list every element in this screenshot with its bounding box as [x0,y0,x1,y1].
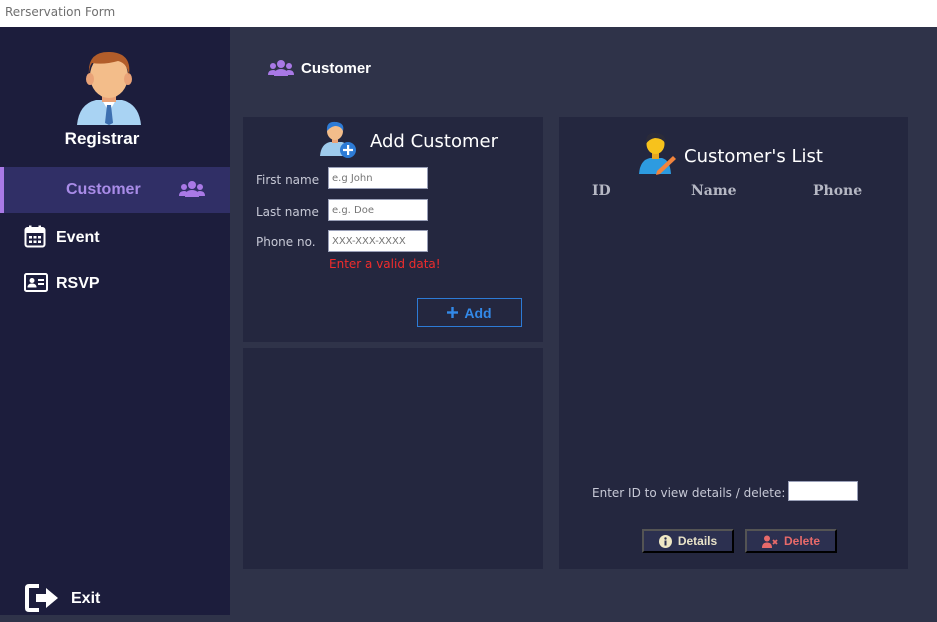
delete-user-icon [761,535,778,548]
plus-icon [447,307,459,318]
delete-button-label: Delete [783,534,821,548]
sidebar-item-event[interactable]: Event [0,215,230,261]
sidebar-item-customer[interactable]: Customer [0,167,230,213]
column-header-phone[interactable]: Phone [813,183,862,199]
sidebar: Registrar Customer Event RSVP Exit [0,27,230,615]
last-name-input[interactable] [328,199,428,221]
phone-label: Phone no. [256,235,316,249]
exit-button[interactable]: Exit [0,576,230,622]
user-edit-icon [639,132,676,175]
add-customer-title: Add Customer [370,131,499,152]
id-prompt-label: Enter ID to view details / delete: [592,486,786,500]
exit-icon [25,584,58,612]
add-button[interactable]: Add [417,298,522,327]
window-title: Rerservation Form [0,0,937,27]
sidebar-item-rsvp[interactable]: RSVP [0,261,230,307]
first-name-label: First name [256,173,320,187]
details-panel [243,348,543,569]
exit-label: Exit [71,590,101,607]
details-button-label: Details [677,534,718,548]
users-icon [268,60,294,76]
sidebar-item-label: RSVP [56,275,100,292]
user-avatar-icon [77,51,141,125]
customer-list-title: Customer's List [684,146,823,167]
add-customer-panel: Add Customer First name Last name Phone … [243,117,543,342]
sidebar-item-label: Event [56,229,100,246]
last-name-label: Last name [256,205,319,219]
customer-list-panel: Customer's List ID Name Phone Enter ID t… [559,117,908,569]
calendar-icon [24,225,46,248]
add-button-label: Add [464,304,492,321]
registrar-name: Registrar [64,129,140,148]
main-content: Customer Add Customer First name Last na… [230,27,937,615]
info-icon [658,534,672,548]
details-button[interactable]: Details [642,529,734,553]
phone-input[interactable] [328,230,428,252]
column-header-id[interactable]: ID [592,183,611,199]
validation-error: Enter a valid data! [329,257,441,271]
add-user-icon [320,121,356,158]
delete-button[interactable]: Delete [745,529,837,553]
id-card-icon [24,273,48,292]
sidebar-item-label: Customer [66,181,141,198]
users-icon [179,181,205,197]
customer-id-input[interactable] [788,481,858,501]
page-title: Customer [301,60,372,77]
first-name-input[interactable] [328,167,428,189]
column-header-name[interactable]: Name [691,183,737,199]
